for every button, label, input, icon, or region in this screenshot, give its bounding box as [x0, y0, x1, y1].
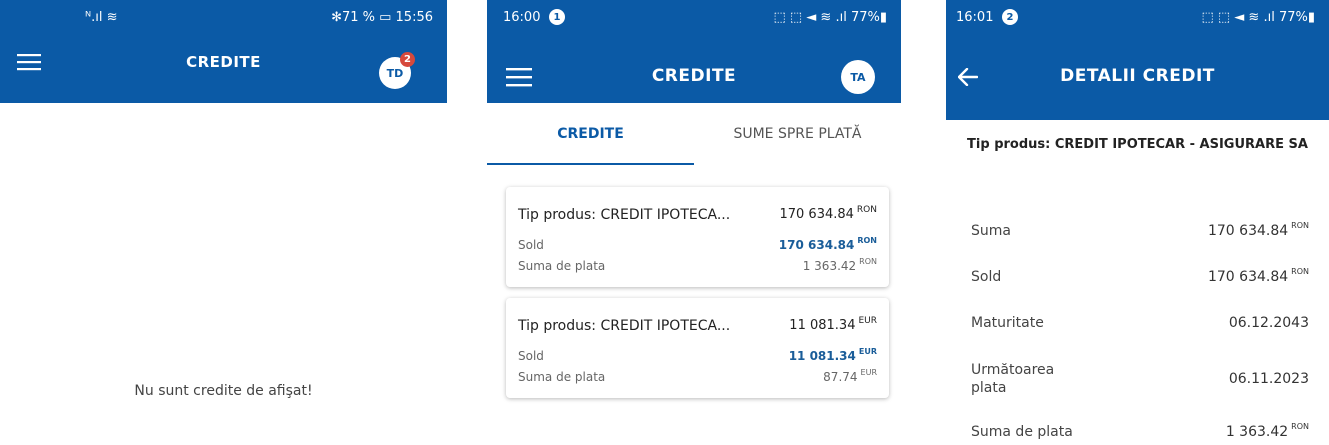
avatar[interactable]: TA	[841, 60, 875, 94]
detail-label: Sold	[971, 269, 1002, 285]
credit-product: Tip produs: CREDIT IPOTECA...	[518, 318, 731, 334]
detail-label: Următoarea plata	[971, 362, 1055, 396]
payment-value: 87.74 EUR	[823, 368, 877, 384]
active-tab-indicator	[487, 163, 694, 165]
detail-value: 1 363.42 RON	[1225, 422, 1309, 440]
currency: RON	[1291, 267, 1309, 276]
empty-state-message: Nu sunt credite de afişat!	[134, 383, 313, 399]
tab-bar: CREDITE SUME SPRE PLATĂ	[487, 103, 901, 165]
app-bar: ᴺ.ıl ≋ ✻71 % ▭ 15:56 CREDITE TD 2	[0, 0, 447, 103]
currency: EUR	[860, 368, 877, 377]
product-title: Tip produs: CREDIT IPOTECAR - ASIGURARE …	[967, 137, 1308, 152]
currency: RON	[857, 236, 877, 245]
sold-label: Sold	[518, 349, 544, 363]
payment-row: Suma de plata 87.74 EUR	[518, 368, 877, 386]
detail-row-sold: Sold 170 634.84 RON	[971, 257, 1309, 297]
avatar[interactable]: TD 2	[379, 52, 415, 89]
app-bar: 16:01 2 ⬚ ⬚ ◄ ≋ .ıl 77%▮ DETALII CREDIT	[946, 0, 1329, 120]
detail-label: Suma de plata	[971, 424, 1073, 440]
sold-value: 170 634.84 RON	[778, 236, 877, 252]
credit-card[interactable]: Tip produs: CREDIT IPOTECA... 11 081.34 E…	[506, 298, 889, 398]
detail-label: Maturitate	[971, 315, 1044, 331]
sold-label: Sold	[518, 238, 544, 252]
currency: RON	[1291, 221, 1309, 230]
currency: RON	[859, 257, 877, 266]
payment-value: 1 363.42 RON	[802, 257, 877, 273]
sold-value: 11 081.34 EUR	[788, 347, 877, 363]
status-time: 16:00	[503, 10, 541, 25]
detail-row-suma: Suma 170 634.84 RON	[971, 211, 1309, 251]
payment-label: Suma de plata	[518, 370, 606, 384]
payment-row: Suma de plata 1 363.42 RON	[518, 257, 877, 275]
notification-badge: 2	[400, 52, 415, 67]
sold-row: Sold 170 634.84 RON	[518, 236, 877, 254]
credit-card[interactable]: Tip produs: CREDIT IPOTECA... 170 634.84…	[506, 187, 889, 287]
avatar-initials: TD	[386, 66, 404, 80]
currency: RON	[856, 205, 877, 215]
screen-credite-empty: ᴺ.ıl ≋ ✻71 % ▭ 15:56 CREDITE TD 2 Nu sun…	[0, 0, 447, 445]
credit-product: Tip produs: CREDIT IPOTECA...	[518, 207, 731, 223]
status-bar-right: ✻71 % ▭ 15:56	[331, 10, 433, 25]
status-time: 16:01	[956, 10, 994, 25]
page-title: CREDITE	[651, 66, 737, 86]
detail-label: Suma	[971, 223, 1011, 239]
screen-credite-list: 16:00 1 ⬚ ⬚ ◄ ≋ .ıl 77%▮ CREDITE TA CRED…	[487, 0, 901, 445]
detail-row-suma-de-plata: Suma de plata 1 363.42 RON	[971, 412, 1309, 445]
payment-label: Suma de plata	[518, 259, 606, 273]
status-bar-right: ⬚ ⬚ ◄ ≋ .ıl 77%▮	[1201, 10, 1315, 25]
credit-amount: 11 081.34 EUR	[789, 316, 877, 333]
detail-value: 06.11.2023	[1228, 371, 1309, 387]
screen-detalii-credit: 16:01 2 ⬚ ⬚ ◄ ≋ .ıl 77%▮ DETALII CREDIT …	[946, 0, 1329, 445]
notification-count: 2	[1002, 9, 1018, 25]
notification-count: 1	[549, 9, 565, 25]
detail-value: 06.12.2043	[1228, 315, 1309, 331]
app-bar: 16:00 1 ⬚ ⬚ ◄ ≋ .ıl 77%▮ CREDITE TA	[487, 0, 901, 103]
detail-row-maturitate: Maturitate 06.12.2043	[971, 303, 1309, 343]
credit-amount: 170 634.84 RON	[779, 205, 877, 222]
avatar-initials: TA	[850, 70, 866, 84]
tab-credite[interactable]: CREDITE	[487, 103, 694, 165]
currency: EUR	[858, 316, 877, 326]
page-title: DETALII CREDIT	[1060, 66, 1215, 86]
currency: RON	[1291, 422, 1309, 431]
tab-sume-spre-plata[interactable]: SUME SPRE PLATĂ	[694, 103, 901, 165]
status-bar-left: ᴺ.ıl ≋	[85, 10, 118, 25]
detail-row-urmatoarea-plata: Următoarea plata 06.11.2023	[971, 357, 1309, 401]
status-bar-right: ⬚ ⬚ ◄ ≋ .ıl 77%▮	[773, 10, 887, 25]
sold-row: Sold 11 081.34 EUR	[518, 347, 877, 365]
detail-value: 170 634.84 RON	[1207, 221, 1309, 239]
detail-value: 170 634.84 RON	[1207, 267, 1309, 285]
currency: EUR	[858, 347, 877, 356]
